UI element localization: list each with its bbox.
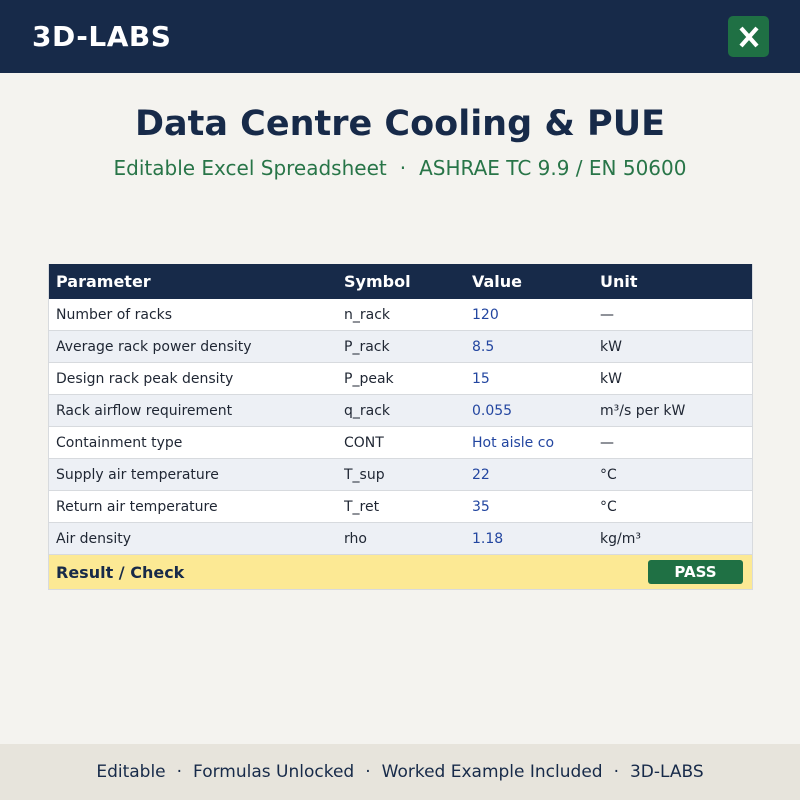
unit-cell: kg/m³ [600,530,641,547]
parameter-cell: Supply air temperature [56,466,219,483]
symbol-cell: P_peak [344,370,394,387]
top-bar: 3D-LABS [0,0,800,73]
unit-cell: kW [600,370,622,387]
status-badge: PASS [648,560,743,584]
parameter-cell: Design rack peak density [56,370,234,387]
column-header-symbol: Symbol [344,272,411,291]
value-cell[interactable]: 0.055 [472,395,592,426]
footer-separator: · [176,762,183,782]
unit-cell: m³/s per kW [600,402,686,419]
table-row: Average rack power density P_rack 8.5 kW [49,331,752,363]
unit-cell: — [600,434,614,451]
value-cell[interactable]: 35 [472,491,592,522]
table-row: Air density rho 1.18 kg/m³ [49,523,752,555]
parameter-cell: Number of racks [56,306,173,323]
value-cell[interactable]: 120 [472,299,592,330]
symbol-cell: rho [344,530,367,547]
excel-icon[interactable] [728,16,769,57]
unit-cell: °C [600,498,617,515]
column-header-unit: Unit [600,272,638,291]
parameter-cell: Air density [56,530,132,547]
subtitle-right: ASHRAE TC 9.9 / EN 50600 [419,156,687,180]
parameter-cell: Average rack power density [56,338,252,355]
table-row: Supply air temperature T_sup 22 °C [49,459,752,491]
value-cell[interactable]: Hot aisle co [472,427,592,458]
result-label: Result / Check [56,562,185,582]
table-row: Return air temperature T_ret 35 °C [49,491,752,523]
page-subtitle: Editable Excel Spreadsheet · ASHRAE TC 9.9… [0,156,800,180]
footer-item-formulas: Formulas Unlocked [193,762,355,782]
symbol-cell: q_rack [344,402,391,419]
value-cell[interactable]: 22 [472,459,592,490]
table-row: Number of racks n_rack 120 — [49,299,752,331]
unit-cell: °C [600,466,617,483]
page: 3D-LABS Data Centre Cooling & PUE Editab… [0,0,800,800]
footer-item-editable: Editable [96,762,166,782]
excel-x-glyph [738,26,759,47]
footer-separator: · [365,762,371,782]
parameter-cell: Return air temperature [56,498,218,515]
symbol-cell: P_rack [344,338,390,355]
column-header-value: Value [472,272,523,291]
result-row: Result / Check PASS [49,555,752,590]
column-header-parameter: Parameter [56,272,151,291]
footer-item-worked-example: Worked Example Included [381,762,603,782]
value-cell[interactable]: 8.5 [472,331,592,362]
subtitle-left: Editable Excel Spreadsheet [113,156,387,180]
table-row: Containment type CONT Hot aisle co — [49,427,752,459]
value-cell[interactable]: 1.18 [472,523,592,554]
footer-separator: · [613,762,619,782]
table-row: Rack airflow requirement q_rack 0.055 m³… [49,395,752,427]
subtitle-separator: · [399,156,407,180]
parameter-cell: Containment type [56,434,183,451]
page-title: Data Centre Cooling & PUE [134,104,666,144]
value-cell[interactable]: 15 [472,363,592,394]
parameter-cell: Rack airflow requirement [56,402,233,419]
symbol-cell: n_rack [344,306,391,323]
brand-logo: 3D-LABS [32,20,172,53]
table-row: Design rack peak density P_peak 15 kW [49,363,752,395]
unit-cell: kW [600,338,622,355]
symbol-cell: T_ret [344,498,380,515]
footer-item-brand: 3D-LABS [629,762,704,782]
unit-cell: — [600,306,614,323]
table-header-row: Parameter Symbol Value Unit [49,264,752,299]
footer: Editable · Formulas Unlocked · Worked Ex… [0,744,800,800]
symbol-cell: T_sup [344,466,385,483]
symbol-cell: CONT [344,434,384,451]
parameter-table: Parameter Symbol Value Unit Number of ra… [48,264,753,590]
